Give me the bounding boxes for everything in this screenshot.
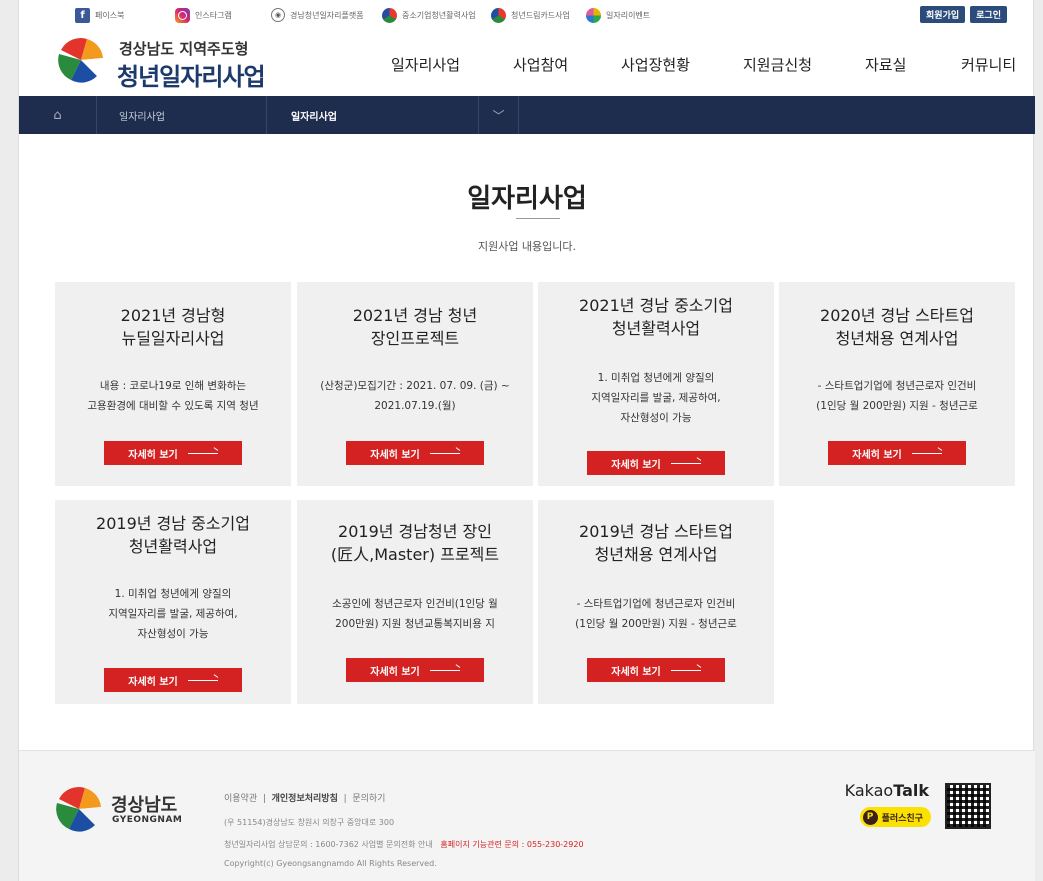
platform-link[interactable]: ◉ 경남청년일자리플랫폼 (271, 8, 364, 22)
arrow-icon (429, 452, 460, 454)
login-button[interactable]: 로그인 (970, 6, 1007, 23)
site-footer: 경상남도 GYEONGNAM 이용약관 | 개인정보처리방침 | 문의하기 (우… (19, 750, 1035, 881)
footer-org-name: 경상남도 (111, 795, 178, 816)
brand-subtitle: 경상남도 지역주도형 (119, 40, 249, 58)
arrow-icon (670, 669, 701, 671)
plus-friend-icon: P (862, 809, 878, 825)
card-title: 2020년 경남 스타트업 청년채용 연계사업 (820, 306, 974, 348)
card-title: 2019년 경남청년 장인 (匠人,Master) 프로젝트 (330, 522, 500, 564)
wheel-icon (491, 8, 506, 23)
footer-org-name-en: GYEONGNAM (112, 815, 183, 825)
program-card: 2021년 경남 중소기업 청년활력사업 1. 미취업 청년에게 양질의 지역일자리… (538, 282, 774, 486)
detail-button[interactable]: 자세히 보기 (828, 441, 966, 465)
card-title: 2021년 경남 청년 장인프로젝트 (352, 306, 478, 348)
nav-item-participate[interactable]: 사업참여 (513, 54, 568, 75)
page-description: 지원사업 내용입니다. (477, 240, 577, 253)
arrow-icon (187, 679, 218, 681)
footer-contact: 청년일자리사업 상담문의 : 1600-7362 사업별 문의전화 안내 홈페이… (224, 840, 584, 849)
qr-code-icon (945, 783, 991, 829)
card-title: 2021년 경남 중소기업 청년활력사업 (579, 296, 733, 338)
page-title: 일자리사업 (467, 184, 587, 214)
detail-button[interactable]: 자세히 보기 (104, 668, 242, 692)
youth-vitality-link[interactable]: 중소기업청년활력사업 (382, 8, 476, 23)
program-card: 2019년 경남 스타트업 청년채용 연계사업 - 스타트업기업에 청년근로자 인… (538, 500, 774, 704)
facebook-link[interactable]: f 페이스북 (75, 8, 124, 23)
home-icon: ⌂ (53, 107, 62, 123)
platform-icon: ◉ (271, 8, 285, 22)
card-title: 2019년 경남 스타트업 청년채용 연계사업 (579, 522, 733, 564)
detail-button[interactable]: 자세히 보기 (346, 658, 484, 682)
footer-contact-red: 홈페이지 기능관련 문의 : 055-230-2920 (440, 840, 584, 849)
nav-item-workplace[interactable]: 사업장현황 (621, 54, 690, 75)
arrow-icon (429, 669, 460, 671)
top-link-bar: f 페이스북 인스타그램 ◉ 경남청년일자리플랫폼 중소기업청년활력사업 청년드… (19, 0, 1033, 32)
home-button[interactable]: ⌂ (19, 96, 97, 134)
privacy-link[interactable]: 개인정보처리방침 (272, 794, 338, 804)
card-summary: - 스타트업기업에 청년근로자 인건비 (1인당 월 200만원) 지원 - 청년… (575, 598, 737, 630)
gyeongnam-logo-icon (56, 787, 102, 832)
breadcrumb-depth2[interactable]: 일자리사업 (267, 96, 479, 134)
brand-title[interactable]: 청년일자리사업 (117, 57, 266, 92)
detail-button[interactable]: 자세히 보기 (346, 441, 484, 465)
job-event-link[interactable]: 일자리이벤트 (586, 8, 650, 23)
title-divider (516, 218, 560, 219)
card-summary: - 스타트업기업에 청년근로자 인건비 (1인당 월 200만원) 지원 - 청년… (816, 380, 978, 412)
gyeongnam-logo-icon[interactable] (57, 36, 105, 84)
terms-link[interactable]: 이용약관 (224, 794, 257, 804)
card-summary: 소공인에 청년근로자 인건비(1인당 월 200만원) 지원 청년교통복지비용 지 (332, 598, 498, 630)
footer-copyright: Copyright(c) Gyeongsangnamdo All Rights … (224, 859, 437, 868)
detail-button[interactable]: 자세히 보기 (587, 658, 725, 682)
program-card: 2020년 경남 스타트업 청년채용 연계사업 - 스타트업기업에 청년근로자 인… (779, 282, 1015, 486)
detail-button[interactable]: 자세히 보기 (587, 451, 725, 475)
instagram-link[interactable]: 인스타그램 (175, 8, 232, 23)
nav-item-jobs[interactable]: 일자리사업 (391, 54, 460, 75)
nav-item-archive[interactable]: 자료실 (865, 54, 906, 75)
chevron-down-icon: ﹀ (492, 108, 505, 123)
arrow-icon (670, 462, 701, 464)
breadcrumb-depth1[interactable]: 일자리사업 (97, 96, 267, 134)
inquiry-link[interactable]: 문의하기 (352, 794, 385, 804)
card-summary: (산청군)모집기간 : 2021. 07. 09. (금) ~2021.07.1… (320, 380, 510, 412)
card-summary: 내용 : 코로나19로 인해 변화하는 고용환경에 대비할 수 있도록 지역 청년 (87, 380, 259, 412)
facebook-icon: f (75, 8, 90, 23)
program-card: 2021년 경남형 뉴딜일자리사업 내용 : 코로나19로 인해 변화하는 고용환경… (55, 282, 291, 486)
nav-item-subsidy[interactable]: 지원금신청 (743, 54, 812, 75)
sub-navigation: ⌂ 일자리사업 일자리사업 ﹀ (19, 96, 1035, 134)
arrow-icon (187, 452, 218, 454)
nav-item-community[interactable]: 커뮤니티 (961, 54, 1016, 75)
page: f 페이스북 인스타그램 ◉ 경남청년일자리플랫폼 중소기업청년활력사업 청년드… (18, 0, 1035, 881)
join-button[interactable]: 회원가입 (920, 6, 966, 23)
kakaotalk-logo: KakaoTalk (844, 781, 929, 800)
card-title: 2019년 경남 중소기업 청년활력사업 (96, 514, 250, 556)
site-header: 경상남도 지역주도형 청년일자리사업 일자리사업 사업참여 사업장현황 지원금신… (19, 32, 1033, 96)
footer-links: 이용약관 | 개인정보처리방침 | 문의하기 (224, 794, 386, 804)
card-summary: 1. 미취업 청년에게 양질의 지역일자리를 발굴, 제공하여, 자산형성이 가능 (591, 372, 721, 424)
card-summary: 1. 미취업 청년에게 양질의 지역일자리를 발굴, 제공하여, 자산형성이 가능 (108, 588, 238, 640)
wheel-icon (382, 8, 397, 23)
auth-links: 회원가입 로그인 (920, 6, 1007, 23)
program-card: 2019년 경남청년 장인 (匠人,Master) 프로젝트 소공인에 청년근로자… (297, 500, 533, 704)
footer-address: (우 51154)경상남도 창원시 의창구 중앙대로 300 (224, 818, 395, 827)
program-card: 2019년 경남 중소기업 청년활력사업 1. 미취업 청년에게 양질의 지역일자리… (55, 500, 291, 704)
instagram-icon (175, 8, 190, 23)
dream-card-link[interactable]: 청년드림카드사업 (491, 8, 570, 23)
card-title: 2021년 경남형 뉴딜일자리사업 (120, 306, 226, 348)
arrow-icon (911, 452, 942, 454)
program-card: 2021년 경남 청년 장인프로젝트 (산청군)모집기간 : 2021. 07. … (297, 282, 533, 486)
kakao-plus-friend-button[interactable]: P 플러스친구 (859, 807, 931, 827)
pinwheel-icon (586, 8, 601, 23)
breadcrumb-dropdown[interactable]: ﹀ (479, 96, 519, 134)
detail-button[interactable]: 자세히 보기 (104, 441, 242, 465)
